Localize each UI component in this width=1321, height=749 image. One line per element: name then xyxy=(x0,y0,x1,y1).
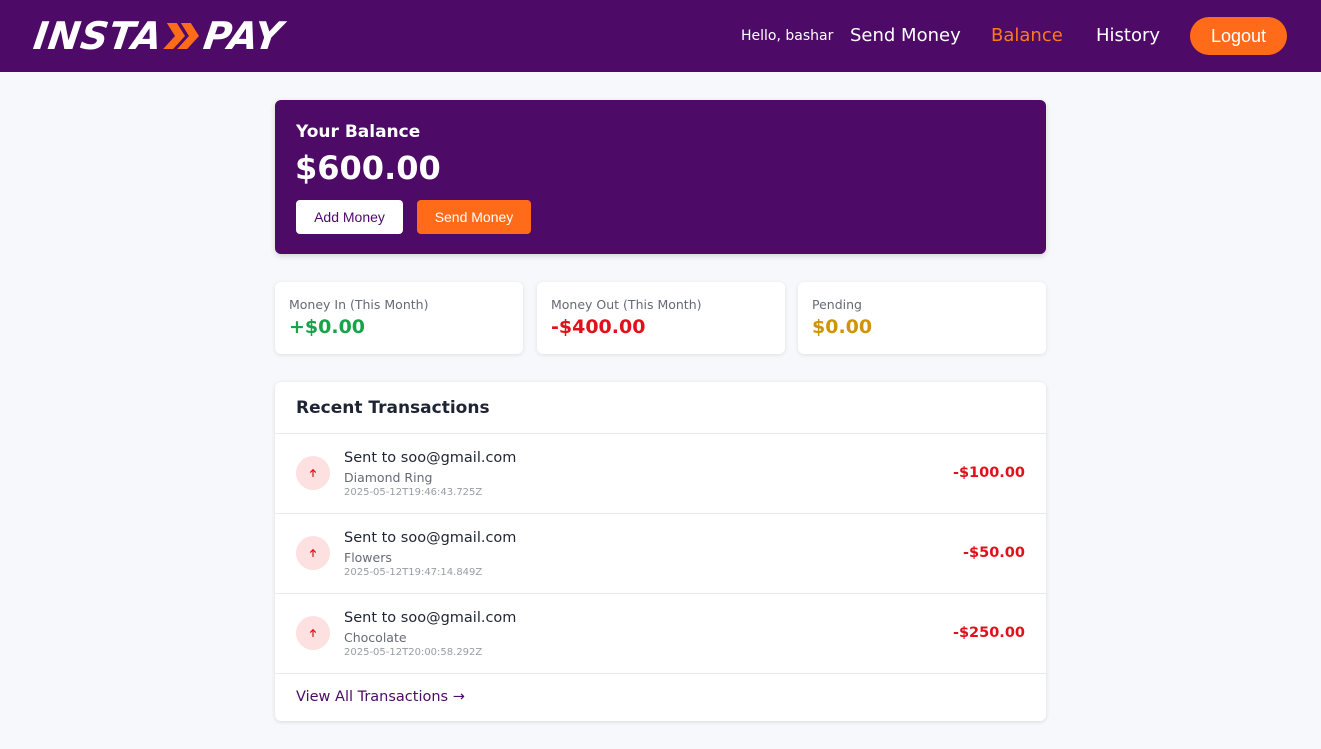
nav-history[interactable]: History xyxy=(1096,24,1160,48)
transaction-amount: -$100.00 xyxy=(952,465,1025,481)
transaction-recipient: Sent to soo@gmail.com xyxy=(344,530,517,546)
transaction-amount: -$250.00 xyxy=(952,625,1025,641)
stat-value: $0.00 xyxy=(812,316,873,338)
add-money-button[interactable]: Add Money xyxy=(296,200,403,234)
transaction-amount: -$50.00 xyxy=(963,545,1025,561)
transaction-note: Diamond Ring xyxy=(344,470,433,485)
send-money-button[interactable]: Send Money xyxy=(417,200,531,234)
arrow-up-icon xyxy=(296,456,330,490)
double-chevron-icon xyxy=(161,21,205,51)
arrow-up-icon xyxy=(296,536,330,570)
stat-value: -$400.00 xyxy=(551,316,646,338)
stat-card-money-in: Money In (This Month) +$0.00 xyxy=(275,282,523,354)
transaction-row[interactable]: Sent to soo@gmail.com Chocolate 2025-05-… xyxy=(275,594,1046,674)
logo-text-insta: INSTA xyxy=(30,14,166,58)
stat-card-pending: Pending $0.00 xyxy=(798,282,1046,354)
balance-amount: $600.00 xyxy=(295,149,441,187)
instapay-logo[interactable]: INSTA PAY xyxy=(30,14,286,58)
transaction-list: Sent to soo@gmail.com Diamond Ring 2025-… xyxy=(275,433,1046,674)
recent-transactions-card: Recent Transactions Sent to soo@gmail.co… xyxy=(275,382,1046,721)
transaction-timestamp: 2025-05-12T19:47:14.849Z xyxy=(344,567,483,578)
transaction-timestamp: 2025-05-12T20:00:58.292Z xyxy=(344,647,483,658)
balance-label: Your Balance xyxy=(296,122,421,142)
stat-label: Money In (This Month) xyxy=(289,297,429,312)
nav-send-money[interactable]: Send Money xyxy=(850,24,961,48)
stat-value: +$0.00 xyxy=(289,316,366,338)
transaction-note: Flowers xyxy=(344,550,392,565)
stat-label: Money Out (This Month) xyxy=(551,297,702,312)
arrow-up-icon xyxy=(296,616,330,650)
transaction-recipient: Sent to soo@gmail.com xyxy=(344,450,517,466)
transaction-row[interactable]: Sent to soo@gmail.com Flowers 2025-05-12… xyxy=(275,514,1046,594)
stat-label: Pending xyxy=(812,297,862,312)
transaction-timestamp: 2025-05-12T19:46:43.725Z xyxy=(344,487,483,498)
stat-card-money-out: Money Out (This Month) -$400.00 xyxy=(537,282,785,354)
top-navbar: INSTA PAY Hello, bashar Send Money Balan… xyxy=(0,0,1321,72)
nav-balance[interactable]: Balance xyxy=(991,24,1063,48)
user-greeting: Hello, bashar xyxy=(741,28,834,44)
transaction-row[interactable]: Sent to soo@gmail.com Diamond Ring 2025-… xyxy=(275,434,1046,514)
balance-card: Your Balance $600.00 Add Money Send Mone… xyxy=(275,100,1046,254)
logo-text-pay: PAY xyxy=(201,14,286,58)
section-title: Recent Transactions xyxy=(296,398,490,418)
view-all-transactions-link[interactable]: View All Transactions → xyxy=(296,688,465,706)
transaction-note: Chocolate xyxy=(344,630,407,645)
logout-button[interactable]: Logout xyxy=(1190,17,1287,55)
transaction-recipient: Sent to soo@gmail.com xyxy=(344,610,517,626)
